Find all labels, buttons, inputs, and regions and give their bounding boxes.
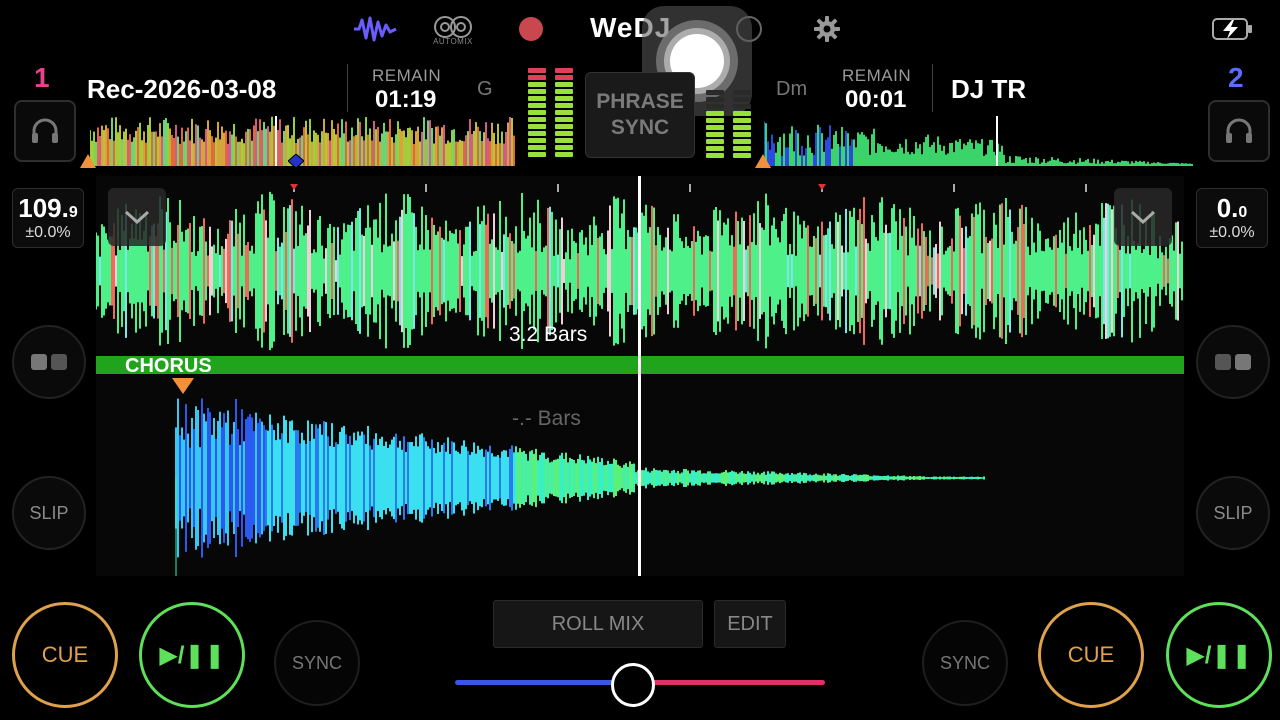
deck2-bpm-display[interactable]: 0.0 ±0.0% [1196,188,1268,248]
playhead-line [638,176,641,576]
deck2-play-pause-button[interactable]: ▶/❚❚ [1166,602,1272,708]
record-icon[interactable] [516,10,546,48]
deck1-number: 1 [34,62,50,93]
crossfader-knob[interactable] [610,663,655,707]
deck1-layout-toggle-button[interactable] [12,325,86,399]
battery-charging-icon [1210,10,1256,48]
deck1-headphone-cue-button[interactable] [14,100,76,162]
crossfader-track-left [455,680,633,685]
edit-button[interactable]: EDIT [714,600,786,648]
deck2-sync-button[interactable]: SYNC [922,620,1008,706]
split-view-icon [31,354,67,370]
deck2-pitch: ±0.0% [1209,224,1255,241]
chevron-down-icon [1130,210,1156,225]
deck1-play-pause-button[interactable]: ▶/❚❚ [139,602,245,708]
deck2-overview-waveform[interactable] [764,116,1194,166]
deck2-level-meter-left [706,90,724,160]
deck2-remain-label: REMAIN [842,66,912,85]
deck1-level-meter-right [555,68,573,159]
deck2-remain-time: 00:01 [845,86,907,113]
deck2-level-meter-right [733,90,751,160]
headphones-icon [32,118,58,143]
deck2-slip-button[interactable]: SLIP [1196,476,1270,550]
deck1-remain-time: 01:19 [375,86,437,113]
deck2-bars-to-phrase: -.- Bars [512,407,581,430]
deck2-expand-button[interactable] [1114,188,1172,246]
deck1-cue-marker-icon [80,154,96,168]
phrase-cue-marker-icon [172,378,194,394]
phrase-label: CHORUS [125,355,212,377]
phrase-sync-label: PHRASE [596,90,684,113]
divider [347,64,348,112]
deck1-expand-button[interactable] [108,188,166,246]
deck1-pitch: ±0.0% [25,224,71,241]
phrase-sync-button[interactable]: PHRASE SYNC [585,72,695,158]
deck2-key: Dm [776,78,808,100]
roll-mix-button[interactable]: ROLL MIX [493,600,703,648]
automix-label: AUTOMIX [433,37,473,46]
deck1-cue-button[interactable]: CUE [12,602,118,708]
deck1-remain-label: REMAIN [372,66,442,85]
waveform-view-icon[interactable] [352,10,398,48]
deck2-cue-marker-icon [755,154,771,168]
crossfader-track-right [632,680,825,685]
headphones-icon [1226,118,1252,143]
deck1-bars-to-phrase: 3.2 Bars [509,323,588,346]
deck2-number: 2 [1228,62,1244,93]
deck2-layout-toggle-button[interactable] [1196,325,1270,399]
deck2-headphone-cue-button[interactable] [1208,100,1270,162]
deck2-bpm: 0.0 [1216,193,1248,223]
settings-gear-icon[interactable] [810,10,844,48]
deck1-bpm-display[interactable]: 109.9 ±0.0% [12,188,84,248]
deck1-sync-button[interactable]: SYNC [274,620,360,706]
deck2-cue-button[interactable]: CUE [1038,602,1144,708]
deck1-level-meter-left [528,68,546,159]
chevron-down-icon [124,210,150,225]
deck1-bpm: 109.9 [18,193,78,223]
divider [932,64,933,112]
deck1-loop-marker-icon [288,154,304,168]
phrase-sync-label: SYNC [610,116,670,139]
split-view-icon [1215,354,1251,370]
deck1-track-title[interactable]: Rec-2026-03-08 [87,74,276,105]
deck1-slip-button[interactable]: SLIP [12,476,86,550]
deck2-track-title[interactable]: DJ TR [951,74,1026,105]
deck1-key: G [477,78,493,100]
